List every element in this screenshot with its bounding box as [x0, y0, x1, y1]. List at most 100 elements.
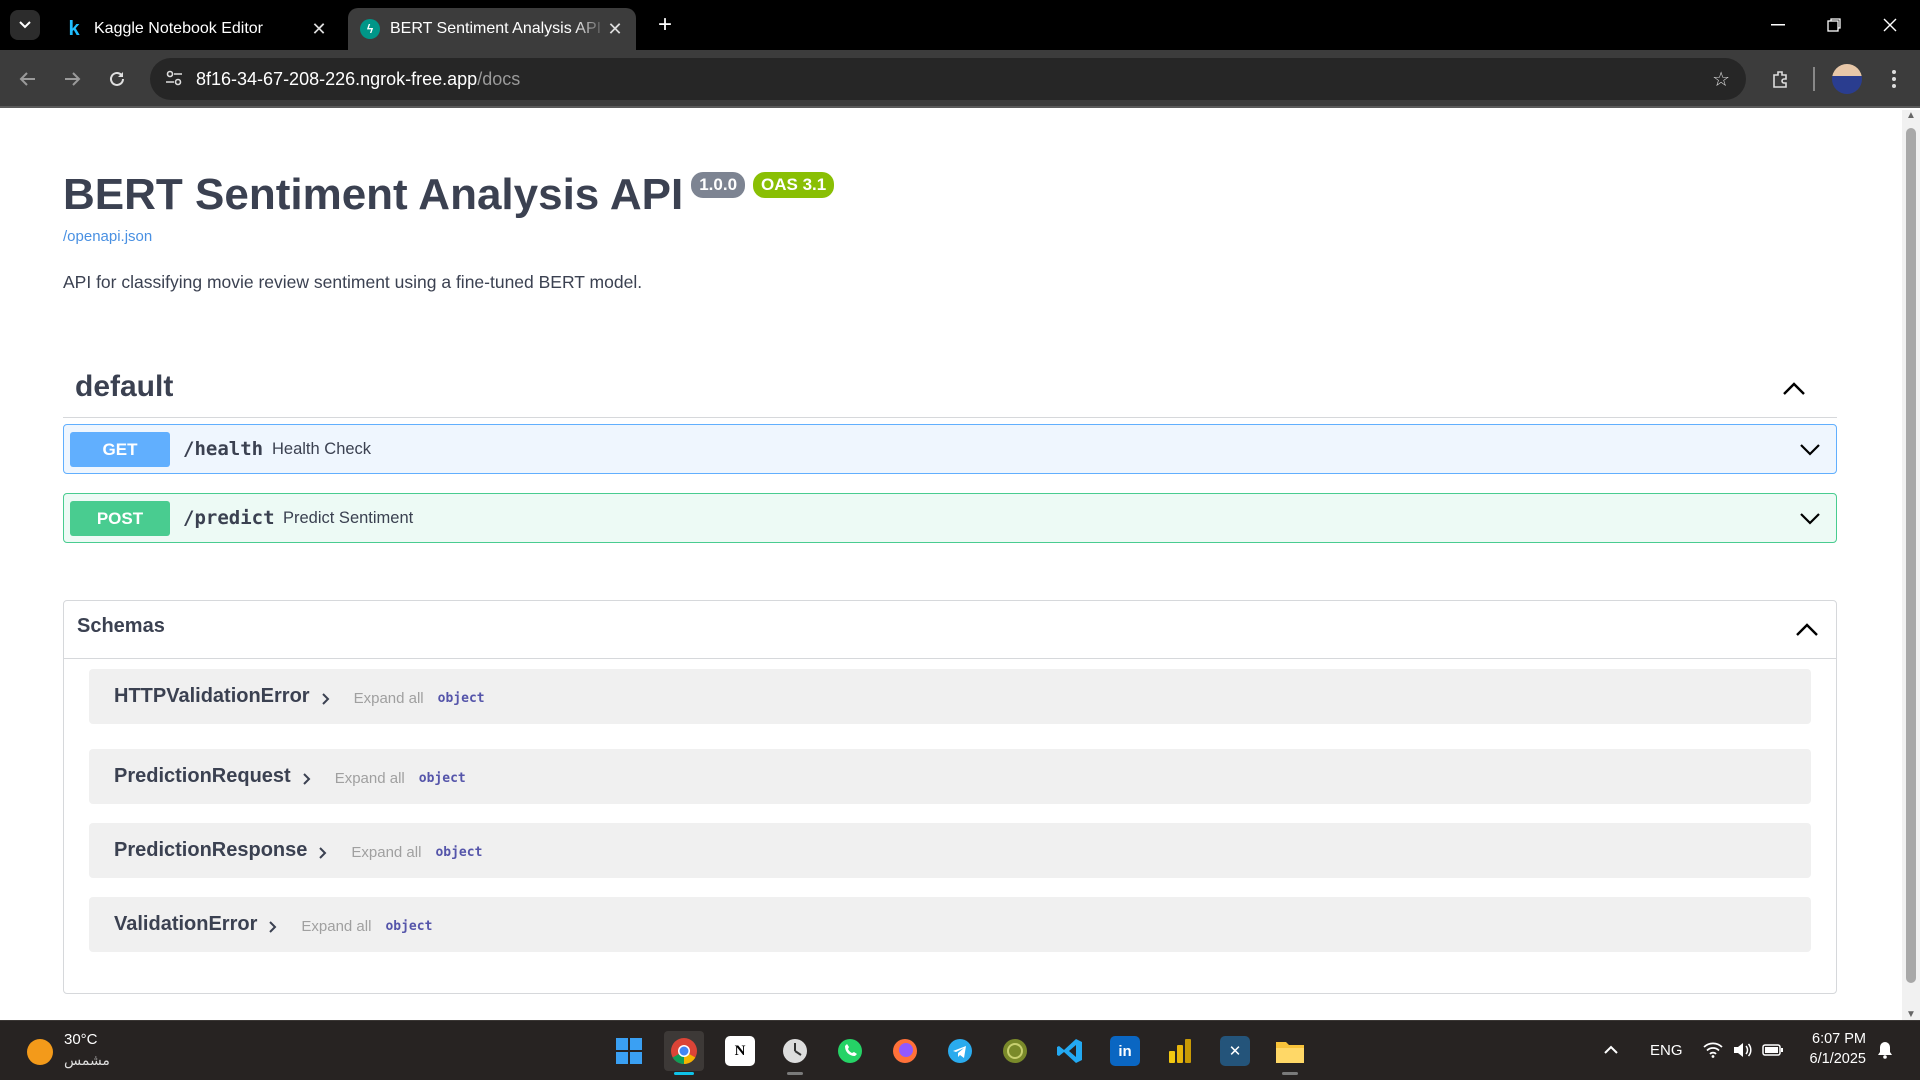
whatsapp-icon[interactable] — [830, 1031, 870, 1071]
openapi-json-link[interactable]: /openapi.json — [63, 228, 152, 245]
schemas-title: Schemas — [77, 615, 165, 637]
firefox-icon[interactable] — [885, 1031, 925, 1071]
notion-icon[interactable]: N — [720, 1031, 760, 1071]
scrollbar-thumb[interactable] — [1906, 128, 1916, 983]
tab-close-icon[interactable]: ✕ — [310, 19, 328, 40]
telegram-icon[interactable] — [940, 1031, 980, 1071]
address-bar[interactable]: 8f16-34-67-208-226.ngrok-free.app/docs ☆ — [150, 58, 1746, 100]
clock-time: 6:07 PM — [1812, 1031, 1866, 1047]
chevron-right-icon[interactable] — [299, 771, 315, 787]
schema-name[interactable]: HTTPValidationError — [114, 685, 310, 708]
tab-kaggle[interactable]: k Kaggle Notebook Editor ✕ — [52, 8, 340, 50]
reload-icon — [110, 71, 124, 86]
operation-get-health[interactable]: GET /health Health Check — [63, 424, 1837, 474]
weather-temperature[interactable]: 30°C — [64, 1031, 98, 1048]
chevron-down-icon[interactable] — [1798, 506, 1822, 530]
forward-button[interactable] — [56, 63, 88, 95]
schema-item[interactable]: ValidationError Expand all object — [89, 897, 1811, 952]
schema-type: object — [435, 845, 483, 860]
operation-summary: Predict Sentiment — [283, 509, 414, 527]
operation-summary: Health Check — [272, 440, 372, 458]
linkedin-icon[interactable]: in — [1105, 1031, 1145, 1071]
expand-all-link[interactable]: Expand all — [354, 690, 424, 707]
notifications-icon[interactable] — [1876, 1020, 1894, 1080]
schema-type: object — [418, 771, 466, 786]
tab-search-button[interactable] — [10, 10, 40, 40]
chevron-down-icon — [19, 21, 31, 29]
show-hidden-icons-chevron-up-icon[interactable] — [1603, 1020, 1619, 1080]
restore-button[interactable] — [1806, 0, 1862, 50]
battery-icon[interactable] — [1762, 1020, 1784, 1080]
powerbi-icon[interactable] — [1160, 1031, 1200, 1071]
chevron-down-icon[interactable] — [1798, 437, 1822, 461]
start-icon[interactable] — [609, 1031, 649, 1071]
tab-close-icon[interactable]: ✕ — [606, 19, 624, 40]
weather-condition[interactable]: مشمس — [64, 1052, 110, 1069]
restore-icon — [1827, 18, 1841, 32]
reload-button[interactable] — [101, 63, 133, 95]
chevron-up-icon[interactable] — [1794, 617, 1820, 643]
schema-item[interactable]: HTTPValidationError Expand all object — [89, 669, 1811, 724]
volume-icon[interactable] — [1732, 1020, 1752, 1080]
globe-app-icon[interactable] — [995, 1031, 1035, 1071]
close-icon — [1883, 18, 1897, 32]
wifi-icon[interactable] — [1703, 1020, 1723, 1080]
minimize-icon — [1771, 24, 1785, 26]
schema-item[interactable]: PredictionRequest Expand all object — [89, 749, 1811, 804]
kaggle-icon: k — [68, 17, 80, 40]
chevron-right-icon[interactable] — [318, 691, 334, 707]
operation-path: /predict — [183, 507, 275, 529]
profile-avatar[interactable] — [1832, 64, 1862, 94]
vscode-icon[interactable] — [1050, 1031, 1090, 1071]
chevron-right-icon[interactable] — [315, 845, 331, 861]
system-clock[interactable]: 6:07 PM 6/1/2025 — [1800, 1029, 1866, 1069]
site-info-icon[interactable] — [164, 68, 186, 90]
chrome-icon[interactable] — [664, 1031, 704, 1075]
api-title: BERT Sentiment Analysis API — [63, 170, 684, 219]
chevron-right-icon[interactable] — [265, 919, 281, 935]
expand-all-link[interactable]: Expand all — [335, 770, 405, 787]
back-button[interactable] — [12, 63, 44, 95]
expand-all-link[interactable]: Expand all — [351, 844, 421, 861]
schemas-header[interactable]: Schemas — [64, 601, 1836, 659]
new-tab-button[interactable]: + — [650, 10, 680, 40]
file-explorer-icon[interactable] — [1270, 1031, 1310, 1075]
url-path: /docs — [477, 69, 521, 89]
scroll-up-icon[interactable]: ▲ — [1905, 110, 1917, 121]
mysql-workbench-icon[interactable]: ✕ — [1215, 1031, 1255, 1071]
method-badge: POST — [70, 501, 170, 536]
schema-name[interactable]: PredictionResponse — [114, 839, 307, 862]
chevron-up-icon[interactable] — [1781, 376, 1807, 402]
page-scrollbar[interactable]: ▲ ▼ — [1902, 110, 1920, 1020]
weather-sun-icon[interactable] — [27, 1039, 53, 1065]
bookmark-star-icon[interactable]: ☆ — [1712, 67, 1730, 92]
browser-tab-bar: k Kaggle Notebook Editor ✕ ϟ BERT Sentim… — [0, 0, 1920, 50]
close-window-button[interactable] — [1862, 0, 1918, 50]
browser-menu-icon[interactable] — [1879, 64, 1909, 94]
arrow-right-icon — [65, 72, 81, 86]
tag-name: default — [75, 370, 174, 403]
schema-type: object — [437, 691, 485, 706]
browser-toolbar: 8f16-34-67-208-226.ngrok-free.app/docs ☆ — [0, 50, 1920, 108]
clock-date: 6/1/2025 — [1809, 1051, 1866, 1067]
tag-section-default[interactable]: default — [63, 360, 1837, 418]
operation-post-predict[interactable]: POST /predict Predict Sentiment — [63, 493, 1837, 543]
minimize-button[interactable] — [1750, 0, 1806, 50]
clock-app-icon[interactable] — [775, 1031, 815, 1075]
windows-taskbar: 30°C مشمس N in ✕ — [0, 1020, 1920, 1080]
schema-type: object — [385, 919, 433, 934]
input-language[interactable]: ENG — [1650, 1020, 1683, 1080]
scroll-down-icon[interactable]: ▼ — [1905, 1009, 1917, 1020]
api-description: API for classifying movie review sentime… — [63, 272, 643, 292]
oas-badge: OAS 3.1 — [753, 172, 835, 198]
tab-title: Kaggle Notebook Editor — [94, 20, 263, 37]
operation-path: /health — [183, 438, 264, 460]
schema-name[interactable]: ValidationError — [114, 913, 257, 936]
expand-all-link[interactable]: Expand all — [301, 918, 371, 935]
swagger-page: BERT Sentiment Analysis API 1.0.0 OAS 3.… — [0, 110, 1902, 1020]
schema-item[interactable]: PredictionResponse Expand all object — [89, 823, 1811, 878]
extensions-icon[interactable] — [1766, 64, 1796, 94]
method-badge: GET — [70, 432, 170, 467]
schema-name[interactable]: PredictionRequest — [114, 765, 291, 788]
tab-swagger[interactable]: ϟ BERT Sentiment Analysis API - Swagger … — [348, 8, 636, 50]
